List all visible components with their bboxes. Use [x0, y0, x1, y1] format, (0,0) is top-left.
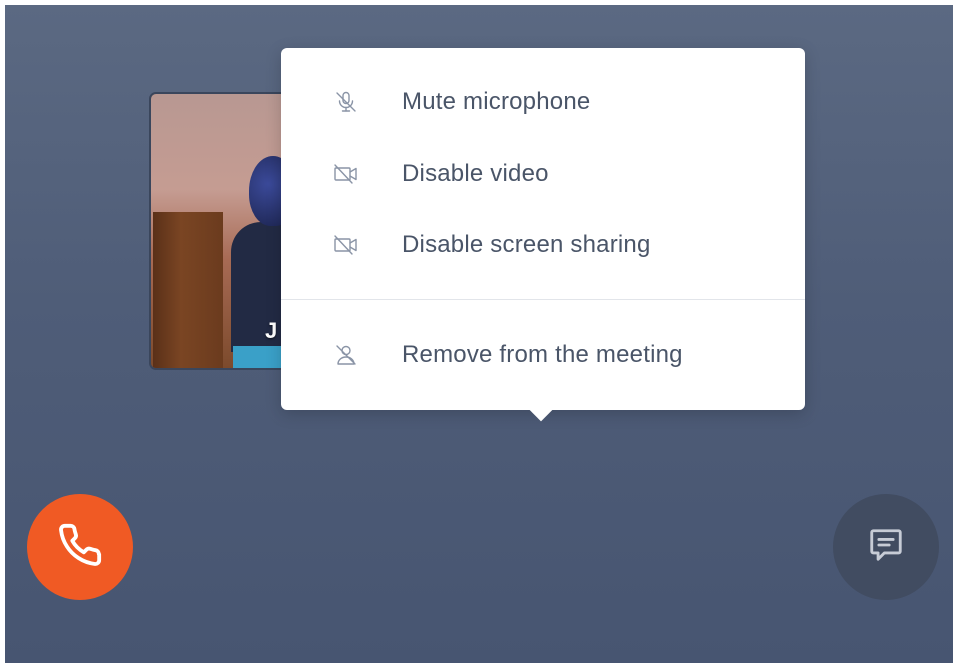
chat-button[interactable]: [833, 494, 939, 600]
phone-icon: [57, 522, 103, 573]
chat-icon: [867, 526, 905, 569]
video-door: [153, 212, 223, 368]
disable-video-label: Disable video: [402, 160, 549, 187]
menu-divider: [281, 299, 805, 300]
user-remove-icon: [333, 342, 359, 368]
mute-microphone-item[interactable]: Mute microphone: [281, 74, 805, 130]
disable-video-item[interactable]: Disable video: [281, 146, 805, 202]
mic-off-icon: [333, 89, 359, 115]
meeting-stage: J Mute microphone Disable video Disable …: [5, 5, 953, 663]
participant-context-menu: Mute microphone Disable video Disable sc…: [281, 48, 805, 422]
screen-share-off-icon: [333, 232, 359, 258]
participant-name-initial: J: [265, 318, 278, 343]
menu-pointer-arrow: [529, 398, 553, 422]
disable-screen-sharing-label: Disable screen sharing: [402, 231, 651, 258]
remove-from-meeting-label: Remove from the meeting: [402, 341, 683, 368]
disable-screen-sharing-item[interactable]: Disable screen sharing: [281, 217, 805, 273]
participant-tile[interactable]: J: [149, 92, 303, 370]
mute-microphone-label: Mute microphone: [402, 88, 591, 115]
hang-up-button[interactable]: [27, 494, 133, 600]
remove-from-meeting-item[interactable]: Remove from the meeting: [281, 327, 805, 383]
video-off-icon: [333, 161, 359, 187]
